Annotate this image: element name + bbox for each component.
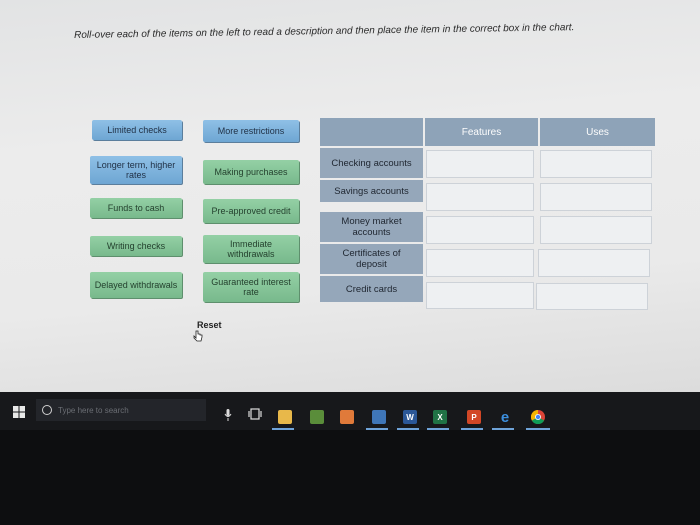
excel-icon[interactable]: X (433, 410, 447, 424)
active-indicator (427, 428, 449, 430)
quiz-screen: Roll-over each of the items on the left … (0, 0, 700, 392)
item-guaranteed-interest-rate[interactable]: Guaranteed interest rate (203, 272, 299, 302)
item-longer-term[interactable]: Longer term, higher rates (90, 156, 182, 184)
drop-zone-creditcards-features[interactable] (426, 282, 534, 309)
item-delayed-withdrawals[interactable]: Delayed withdrawals (90, 272, 182, 298)
microphone-icon[interactable] (224, 409, 232, 421)
row-label-certificates: Certificates of deposit (320, 244, 423, 274)
drop-zone-savings-features[interactable] (426, 183, 534, 211)
chart-header-features: Features (425, 118, 538, 146)
chart-header-empty (320, 118, 423, 146)
file-explorer-icon[interactable] (278, 410, 292, 424)
item-label: More restrictions (217, 126, 285, 136)
windows-start-icon[interactable] (13, 406, 25, 418)
search-placeholder: Type here to search (58, 405, 129, 415)
drop-zone-savings-uses[interactable] (540, 183, 652, 211)
store-icon[interactable] (310, 410, 324, 424)
drop-zone-creditcards-uses[interactable] (536, 283, 648, 310)
item-making-purchases[interactable]: Making purchases (203, 160, 299, 184)
drop-zone-moneymarket-features[interactable] (426, 216, 534, 244)
row-label-checking: Checking accounts (320, 148, 423, 178)
taskbar-row: Type here to search W X P e (0, 392, 700, 430)
photos-icon[interactable] (340, 410, 354, 424)
item-label: Writing checks (106, 241, 166, 251)
item-label: Delayed withdrawals (94, 280, 178, 290)
word-icon[interactable]: W (403, 410, 417, 424)
powerpoint-icon[interactable]: P (467, 410, 481, 424)
row-label-credit-cards: Credit cards (320, 276, 423, 302)
row-label-savings: Savings accounts (320, 180, 423, 202)
item-immediate-withdrawals[interactable]: Immediate withdrawals (203, 235, 299, 263)
active-indicator (492, 428, 514, 430)
chart-header-uses: Uses (540, 118, 655, 146)
active-indicator (397, 428, 419, 430)
chrome-icon[interactable] (531, 410, 545, 424)
active-indicator (366, 428, 388, 430)
hand-cursor-icon (193, 330, 203, 342)
header-label: Features (461, 126, 502, 138)
instructions-text: Roll-over each of the items on the left … (74, 22, 575, 41)
active-indicator (461, 428, 483, 430)
drop-zone-checking-uses[interactable] (540, 150, 652, 178)
item-label: Guaranteed interest rate (211, 277, 291, 297)
drop-zone-checking-features[interactable] (426, 150, 534, 178)
reset-button[interactable]: Reset (197, 320, 222, 330)
item-more-restrictions[interactable]: More restrictions (203, 120, 299, 142)
item-funds-to-cash[interactable]: Funds to cash (90, 198, 182, 218)
item-limited-checks[interactable]: Limited checks (92, 120, 182, 140)
item-label: Funds to cash (107, 203, 165, 213)
item-pre-approved-credit[interactable]: Pre-approved credit (203, 199, 299, 223)
item-label: Pre-approved credit (211, 206, 291, 216)
windows-taskbar: Type here to search W X P e (0, 392, 700, 525)
item-label: Making purchases (214, 167, 288, 177)
drop-zone-certificates-features[interactable] (426, 249, 534, 277)
task-view-icon[interactable] (248, 408, 262, 420)
item-label: Limited checks (107, 125, 167, 135)
header-label: Uses (586, 126, 609, 138)
item-label: Longer term, higher rates (96, 160, 176, 180)
active-indicator (526, 428, 550, 430)
edge-icon[interactable]: e (498, 409, 512, 426)
drop-zone-moneymarket-uses[interactable] (540, 216, 652, 244)
active-indicator (272, 428, 294, 430)
drop-zone-certificates-uses[interactable] (538, 249, 650, 277)
calculator-icon[interactable] (372, 410, 386, 424)
row-label-money-market: Money market accounts (320, 212, 423, 242)
cortana-icon (42, 405, 52, 415)
item-writing-checks[interactable]: Writing checks (90, 236, 182, 256)
taskbar-search-input[interactable]: Type here to search (36, 399, 206, 421)
item-label: Immediate withdrawals (227, 239, 275, 259)
